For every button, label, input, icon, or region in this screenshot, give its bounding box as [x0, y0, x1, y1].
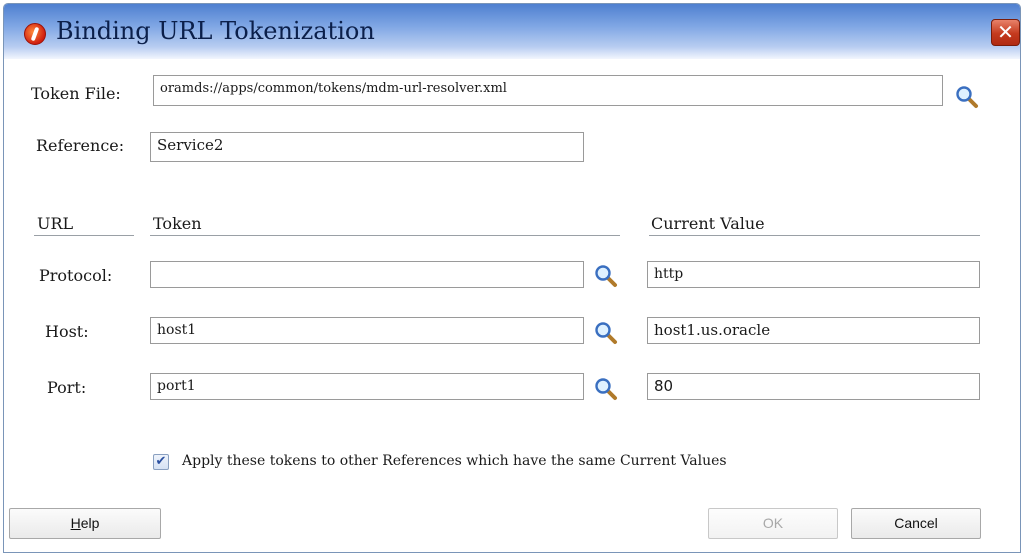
port-label: Port: — [47, 378, 87, 397]
url-column-header: URL — [37, 214, 74, 233]
apply-tokens-checkbox[interactable]: ✔ — [153, 454, 169, 470]
host-search-icon[interactable] — [594, 321, 618, 345]
window-title: Binding URL Tokenization — [56, 17, 375, 45]
protocol-current-value[interactable]: http — [647, 261, 980, 288]
token-file-input[interactable]: oramds://apps/common/tokens/mdm-url-reso… — [153, 75, 943, 106]
close-icon[interactable]: ✕ — [991, 19, 1020, 46]
apply-tokens-label[interactable]: Apply these tokens to other References w… — [182, 453, 727, 469]
reference-input[interactable]: Service2 — [150, 132, 584, 162]
help-mnemonic: H — [70, 515, 81, 531]
token-column-header: Token — [153, 214, 202, 233]
token-file-search-icon[interactable] — [955, 85, 979, 109]
checkmark-icon: ✔ — [155, 454, 167, 469]
port-search-icon[interactable] — [594, 377, 618, 401]
protocol-search-icon[interactable] — [594, 264, 618, 288]
reference-label: Reference: — [36, 136, 125, 155]
protocol-label: Protocol: — [39, 266, 113, 285]
port-current-value[interactable]: 80 — [647, 373, 980, 400]
cancel-button[interactable]: Cancel — [851, 508, 981, 539]
dialog-window: Binding URL Tokenization ✕ Token File: o… — [3, 3, 1021, 553]
current-value-column-rule — [649, 235, 980, 236]
host-token-input[interactable]: host1 — [150, 317, 584, 344]
title-bar[interactable]: Binding URL Tokenization ✕ — [4, 4, 1020, 59]
url-column-rule — [34, 235, 134, 236]
help-button[interactable]: Help — [9, 508, 161, 539]
token-column-rule — [150, 235, 620, 236]
host-label: Host: — [45, 322, 89, 341]
current-value-column-header: Current Value — [651, 214, 765, 233]
token-file-label: Token File: — [31, 84, 121, 103]
ok-button[interactable]: OK — [708, 508, 838, 539]
host-current-value[interactable]: host1.us.oracle — [647, 317, 980, 344]
protocol-token-input[interactable] — [150, 261, 584, 288]
port-token-input[interactable]: port1 — [150, 373, 584, 400]
help-label: elp — [80, 515, 100, 531]
app-logo-icon — [24, 23, 46, 45]
